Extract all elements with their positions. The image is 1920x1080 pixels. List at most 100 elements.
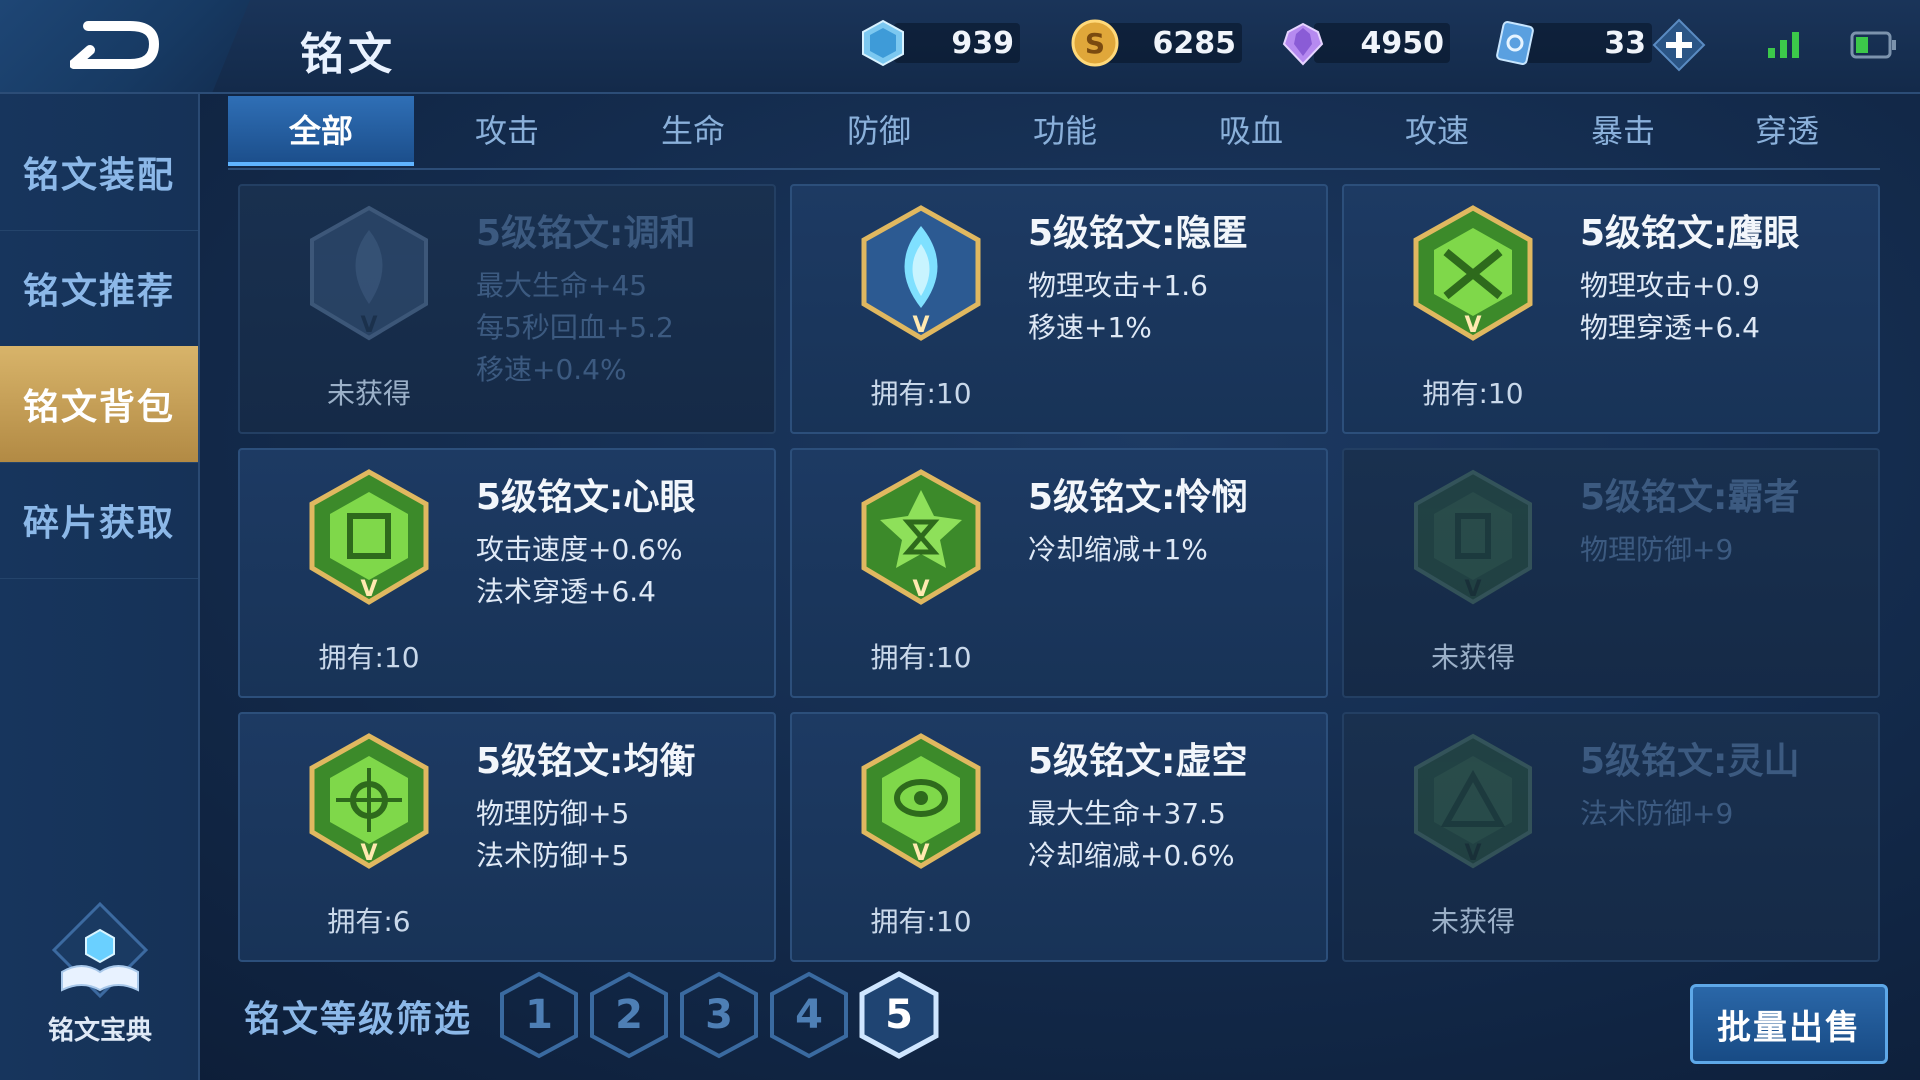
tab-penetration[interactable]: 穿透 bbox=[1694, 96, 1880, 162]
inscription-name: 5级铭文:均衡 bbox=[476, 741, 696, 782]
inscription-stat: 最大生命+45 bbox=[476, 269, 648, 302]
owned-count: 拥有:10 bbox=[870, 377, 972, 410]
tabs-divider bbox=[228, 168, 1880, 170]
inscription-mercy-icon: V bbox=[861, 469, 981, 605]
back-arrow-icon bbox=[70, 21, 160, 69]
inscription-hawkeye-icon: V bbox=[1413, 205, 1533, 341]
inscription-card[interactable]: V 5级铭文:灵山 法术防御+9 未获得 bbox=[1342, 712, 1880, 962]
inscription-name: 5级铭文:虚空 bbox=[1028, 741, 1248, 782]
coupon-count: 33 bbox=[1526, 23, 1652, 63]
owned-count: 拥有:10 bbox=[870, 641, 972, 674]
owned-count: 拥有:10 bbox=[318, 641, 420, 674]
inscription-mind-eye-icon: V bbox=[309, 469, 429, 605]
owned-count: 拥有:10 bbox=[870, 905, 972, 938]
bulk-sell-button[interactable]: 批量出售 bbox=[1690, 984, 1888, 1064]
level-filter-2[interactable]: 2 bbox=[588, 970, 670, 1060]
owned-count: 拥有:10 bbox=[1422, 377, 1524, 410]
level-filter-3[interactable]: 3 bbox=[678, 970, 760, 1060]
inscription-card[interactable]: V 5级铭文:虚空 最大生命+37.5 冷却缩减+0.6% 拥有:10 bbox=[790, 712, 1328, 962]
inscription-overlord-icon: V bbox=[1414, 469, 1532, 605]
owned-count: 拥有:6 bbox=[327, 905, 411, 938]
inscription-card[interactable]: V 5级铭文:隐匿 物理攻击+1.6 移速+1% 拥有:10 bbox=[790, 184, 1328, 434]
inscription-stat: 冷却缩减+0.6% bbox=[1028, 839, 1235, 872]
owned-count: 未获得 bbox=[1430, 905, 1515, 938]
codex-label: 铭文宝典 bbox=[47, 1016, 152, 1046]
inscription-card[interactable]: V 5级铭文:怜悯 冷却缩减+1% 拥有:10 bbox=[790, 448, 1328, 698]
inscription-card[interactable]: V 5级铭文:霸者 物理防御+9 未获得 bbox=[1342, 448, 1880, 698]
owned-count: 未获得 bbox=[326, 377, 411, 410]
level-filter-1[interactable]: 1 bbox=[498, 970, 580, 1060]
level-filter-4[interactable]: 4 bbox=[768, 970, 850, 1060]
sidebar-item-recommend[interactable]: 铭文推荐 bbox=[0, 230, 198, 347]
back-button[interactable] bbox=[0, 0, 250, 92]
tab-defense[interactable]: 防御 bbox=[786, 96, 972, 162]
inscription-stat: 物理攻击+0.9 bbox=[1580, 269, 1760, 302]
codex-button[interactable]: 铭文宝典 bbox=[30, 900, 170, 1046]
tab-lifesteal[interactable]: 吸血 bbox=[1158, 96, 1344, 162]
diamond-currency: 939 bbox=[858, 18, 1020, 68]
tab-crit[interactable]: 暴击 bbox=[1530, 96, 1716, 162]
sidebar-item-fragments[interactable]: 碎片获取 bbox=[0, 462, 198, 579]
svg-text:V: V bbox=[912, 313, 929, 338]
gold-coin-icon: S bbox=[1071, 19, 1119, 67]
top-bar: 铭文 939 S 6285 4950 33 bbox=[0, 0, 1920, 94]
inscription-stat: 每5秒回血+5.2 bbox=[476, 311, 674, 344]
inscription-name: 5级铭文:心眼 bbox=[476, 477, 696, 518]
gold-count: 6285 bbox=[1106, 23, 1242, 63]
svg-text:V: V bbox=[912, 577, 929, 602]
diamond-count: 939 bbox=[894, 23, 1020, 63]
codex-book-icon bbox=[51, 901, 149, 999]
inscription-stat: 法术穿透+6.4 bbox=[476, 575, 656, 608]
inscription-card[interactable]: V 5级铭文:调和 最大生命+45 每5秒回血+5.2 移速+0.4% 未获得 bbox=[238, 184, 776, 434]
svg-text:V: V bbox=[912, 841, 929, 866]
inscription-stat: 法术防御+5 bbox=[476, 839, 630, 872]
inscription-stat: 攻击速度+0.6% bbox=[476, 533, 683, 566]
tab-attack[interactable]: 攻击 bbox=[414, 96, 600, 162]
inscription-stat: 法术防御+9 bbox=[1580, 797, 1734, 830]
level-number: 3 bbox=[705, 992, 733, 1038]
tab-health[interactable]: 生命 bbox=[600, 96, 786, 162]
crystal-count: 4950 bbox=[1314, 23, 1450, 63]
purple-crystal-icon bbox=[1282, 22, 1324, 66]
sidebar: 铭文装配 铭文推荐 铭文背包 碎片获取 铭文宝典 bbox=[0, 94, 200, 1080]
inscription-spirit-mountain-icon: V bbox=[1414, 733, 1532, 869]
inscription-stat: 冷却缩减+1% bbox=[1028, 533, 1208, 566]
tab-all[interactable]: 全部 bbox=[228, 96, 414, 166]
signal-icon bbox=[1768, 32, 1799, 58]
inscription-card[interactable]: V 5级铭文:心眼 攻击速度+0.6% 法术穿透+6.4 拥有:10 bbox=[238, 448, 776, 698]
svg-text:V: V bbox=[1464, 577, 1481, 602]
category-tabs: 全部 攻击 生命 防御 功能 吸血 攻速 暴击 穿透 bbox=[228, 96, 1880, 168]
page-title: 铭文 bbox=[300, 29, 396, 80]
inscription-stat: 物理攻击+1.6 bbox=[1028, 269, 1208, 302]
tab-attack-speed[interactable]: 攻速 bbox=[1344, 96, 1530, 162]
owned-count: 未获得 bbox=[1430, 641, 1515, 674]
inscription-balance-icon: V bbox=[309, 733, 429, 869]
add-currency-button[interactable] bbox=[1652, 18, 1706, 72]
level-number: 1 bbox=[525, 992, 553, 1038]
svg-text:V: V bbox=[1464, 313, 1481, 338]
coupon-icon bbox=[1496, 21, 1534, 65]
sidebar-item-equip[interactable]: 铭文装配 bbox=[0, 114, 198, 231]
inscription-name: 5级铭文:调和 bbox=[476, 213, 696, 254]
level-number: 5 bbox=[885, 992, 913, 1038]
inscription-stat: 移速+0.4% bbox=[476, 353, 627, 386]
inscription-stealth-icon: V bbox=[861, 205, 981, 341]
diamond-icon bbox=[862, 19, 904, 67]
svg-text:V: V bbox=[360, 313, 377, 338]
inscription-card[interactable]: V 5级铭文:鹰眼 物理攻击+0.9 物理穿透+6.4 拥有:10 bbox=[1342, 184, 1880, 434]
inscription-stat: 移速+1% bbox=[1028, 311, 1152, 344]
sidebar-item-backpack[interactable]: 铭文背包 bbox=[0, 346, 198, 463]
tab-utility[interactable]: 功能 bbox=[972, 96, 1158, 162]
level-filter-label: 铭文等级筛选 bbox=[244, 999, 473, 1040]
inscription-name: 5级铭文:怜悯 bbox=[1028, 477, 1248, 518]
coupon-currency: 33 bbox=[1490, 18, 1652, 68]
level-filter-5[interactable]: 5 bbox=[858, 970, 940, 1060]
inscription-stat: 物理防御+5 bbox=[476, 797, 630, 830]
inscription-void-icon: V bbox=[861, 733, 981, 869]
gold-currency: S 6285 bbox=[1070, 18, 1242, 68]
level-number: 4 bbox=[795, 992, 823, 1038]
inscription-stat: 最大生命+37.5 bbox=[1028, 797, 1226, 830]
crystal-currency: 4950 bbox=[1278, 18, 1450, 68]
inscription-card[interactable]: V 5级铭文:均衡 物理防御+5 法术防御+5 拥有:6 bbox=[238, 712, 776, 962]
inscription-name: 5级铭文:隐匿 bbox=[1028, 213, 1248, 254]
